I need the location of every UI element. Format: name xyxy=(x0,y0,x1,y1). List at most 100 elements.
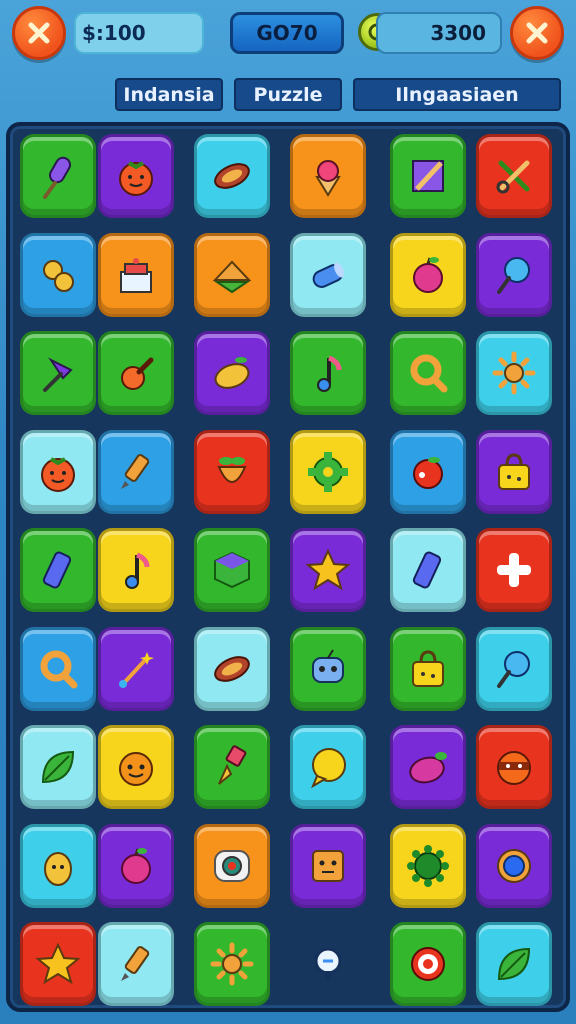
game-tile[interactable] xyxy=(20,626,96,711)
cross-icon xyxy=(497,553,531,587)
guitar-icon xyxy=(121,357,154,390)
game-tile[interactable] xyxy=(290,725,366,809)
cube-icon xyxy=(214,551,250,589)
game-tile[interactable] xyxy=(476,429,552,514)
game-tile[interactable] xyxy=(290,922,366,1006)
game-tile[interactable] xyxy=(20,922,96,1006)
game-tile[interactable] xyxy=(194,626,270,711)
center-counter[interactable]: GO70 xyxy=(230,12,344,54)
pear-face-icon xyxy=(44,851,72,886)
game-tile[interactable] xyxy=(476,626,552,711)
game-tile[interactable] xyxy=(390,331,466,415)
game-tile[interactable] xyxy=(390,922,466,1006)
category-tabs: Indansia Puzzle Ilngaasiaen xyxy=(0,78,576,112)
paintbrush-icon xyxy=(218,745,247,785)
game-tile[interactable] xyxy=(290,626,366,711)
compass-pin-icon xyxy=(314,947,342,983)
close-icon xyxy=(526,22,548,44)
leaf-icon xyxy=(497,947,531,981)
pencil-icon xyxy=(121,453,150,489)
gems-counter: 3300 xyxy=(376,12,502,54)
top-bar: $:100 GO70 3300 xyxy=(0,0,576,70)
game-tile[interactable] xyxy=(98,232,174,317)
battery-icon xyxy=(42,551,72,589)
game-tile[interactable] xyxy=(390,626,466,711)
sun-icon xyxy=(492,351,536,395)
coins-counter: $:100 xyxy=(74,12,204,54)
speech-bubble-icon xyxy=(310,748,346,789)
music-note-icon xyxy=(317,355,342,392)
game-tile[interactable] xyxy=(98,626,174,711)
apple-icon xyxy=(413,256,443,293)
game-tile[interactable] xyxy=(390,528,466,612)
ninja-face-icon xyxy=(497,751,531,785)
game-tile[interactable] xyxy=(20,429,96,514)
game-tile[interactable] xyxy=(194,528,270,612)
game-tile[interactable] xyxy=(194,429,270,514)
ring-icon xyxy=(497,848,531,883)
game-tile[interactable] xyxy=(20,823,96,908)
game-tile[interactable] xyxy=(390,134,466,218)
game-tile[interactable] xyxy=(476,823,552,908)
close-button-right[interactable] xyxy=(510,6,564,60)
game-tile[interactable] xyxy=(476,331,552,415)
berry-icon xyxy=(413,456,443,489)
game-tile[interactable] xyxy=(390,823,466,908)
game-tile[interactable] xyxy=(290,134,366,218)
game-tile[interactable] xyxy=(194,331,270,415)
game-tile[interactable] xyxy=(476,134,552,218)
donut-icon xyxy=(214,849,250,882)
star-icon xyxy=(35,942,81,985)
tab-puzzle[interactable]: Puzzle xyxy=(234,78,342,111)
game-tile[interactable] xyxy=(290,331,366,415)
game-tile[interactable] xyxy=(390,232,466,317)
tomato-face-icon xyxy=(119,161,153,196)
peanut-icon xyxy=(43,259,74,292)
pencil-icon xyxy=(121,946,150,981)
umbrella-pin-icon xyxy=(43,357,73,392)
game-tile[interactable] xyxy=(194,232,270,317)
wand-icon xyxy=(119,651,154,688)
sweet-potato-icon xyxy=(214,655,250,682)
game-tile[interactable] xyxy=(20,331,96,415)
game-tile[interactable] xyxy=(476,725,552,809)
game-tile[interactable] xyxy=(194,725,270,809)
game-tile[interactable] xyxy=(98,823,174,908)
game-tile[interactable] xyxy=(20,725,96,809)
tab-indansia[interactable]: Indansia xyxy=(115,78,223,111)
sweet-potato-icon xyxy=(214,163,250,189)
game-tile[interactable] xyxy=(98,528,174,612)
game-tile[interactable] xyxy=(290,429,366,514)
tab-ilngaasiaen[interactable]: Ilngaasiaen xyxy=(353,78,561,111)
game-tile[interactable] xyxy=(290,528,366,612)
target-icon xyxy=(411,947,445,981)
game-tile[interactable] xyxy=(290,232,366,317)
robot-face-icon xyxy=(312,648,344,683)
game-tile[interactable] xyxy=(476,232,552,317)
strawberry-icon xyxy=(217,456,247,483)
game-tile[interactable] xyxy=(476,528,552,612)
game-tile[interactable] xyxy=(98,429,174,514)
gems-value: 3300 xyxy=(430,21,486,45)
game-tile[interactable] xyxy=(20,528,96,612)
game-tile[interactable] xyxy=(194,823,270,908)
tomato-face-icon xyxy=(41,456,75,492)
game-tile[interactable] xyxy=(390,429,466,514)
game-tile[interactable] xyxy=(98,331,174,415)
apple-icon xyxy=(121,847,151,884)
game-tile[interactable] xyxy=(476,922,552,1006)
game-tile[interactable] xyxy=(98,922,174,1006)
magnifier-icon xyxy=(410,354,448,393)
game-tile[interactable] xyxy=(290,823,366,908)
close-button-left[interactable] xyxy=(12,6,66,60)
game-tile[interactable] xyxy=(194,134,270,218)
game-tile[interactable] xyxy=(20,232,96,317)
star-icon xyxy=(305,548,351,591)
game-tile[interactable] xyxy=(98,134,174,218)
music-note-icon xyxy=(125,552,150,589)
game-tile[interactable] xyxy=(98,725,174,809)
game-tile[interactable] xyxy=(194,922,270,1006)
sandwich-icon xyxy=(212,260,252,293)
game-tile[interactable] xyxy=(390,725,466,809)
game-tile[interactable] xyxy=(20,134,96,218)
